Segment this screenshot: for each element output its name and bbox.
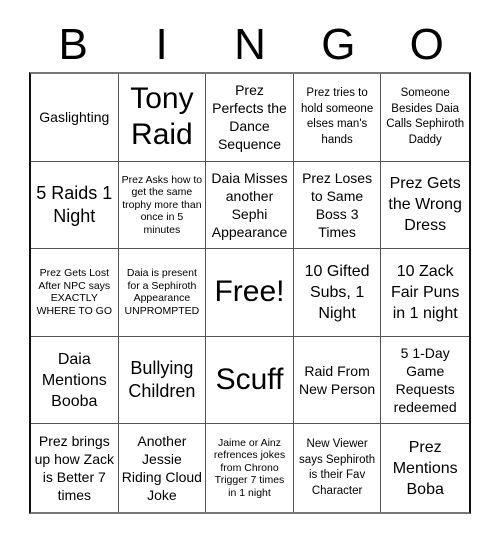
bingo-cell-text: Raid From New Person [298,363,376,398]
bingo-cell[interactable]: Tony Raid [118,74,207,162]
bingo-cell-text: Bullying Children [128,358,196,402]
bingo-cell[interactable]: Raid From New Person [293,336,382,425]
bingo-cell-text: Daia Mentions Booba [41,350,107,410]
bingo-cell[interactable]: Prez Perfects the Dance Sequence [206,74,294,162]
bingo-cell-text: Jaime or Ainz refrences jokes from Chron… [213,436,286,499]
bingo-cell-text: Prez tries to hold someone elses man's h… [300,87,374,146]
bingo-cell-free-space[interactable]: Free! [206,249,294,337]
bingo-cell[interactable]: Prez brings up how Zack is Better 7 time… [31,424,119,512]
bingo-cell-text: Prez brings up how Zack is Better 7 time… [34,433,114,504]
bingo-cell-text: Another Jessie Riding Cloud Joke [121,433,202,504]
bingo-card-grid: Gaslighting Tony Raid Prez Perfects the Da… [29,72,471,514]
bingo-cell-text: 5 1-Day Game Requests redeemed [393,345,457,416]
bingo-cell-text: Prez Loses to Same Boss 3 Times [302,169,373,240]
bingo-cell[interactable]: Another Jessie Riding Cloud Joke [119,424,207,512]
header-letter-i: I [155,20,168,69]
bingo-cell-text: Prez Asks how to get the same trophy mor… [121,173,203,236]
bingo-cell[interactable]: Prez Gets Lost After NPC says EXACTLY WH… [31,249,119,337]
bingo-cell[interactable]: Prez tries to hold someone elses man's h… [293,74,382,162]
header-letter-g: G [321,20,356,69]
bingo-cell-text: Prez Mentions Boba [392,438,458,498]
bingo-cell-text: Gaslighting [39,109,110,126]
bingo-cell[interactable]: Daia is present for a Sephiroth Appearan… [118,249,207,337]
header-letter-n: N [234,20,266,69]
bingo-cell[interactable]: Daia Mentions Booba [31,336,119,425]
header-letter-o: O [409,20,444,69]
bingo-cell[interactable]: 10 Zack Fair Puns in 1 night [381,249,469,337]
bingo-cell[interactable]: Someone Besides Daia Calls Sephiroth Dad… [381,74,469,162]
bingo-cell-text: 5 Raids 1 Night [36,182,113,226]
bingo-cell[interactable]: Bullying Children [118,336,207,425]
bingo-cell-text: Free! [214,275,285,309]
bingo-cell[interactable]: 10 Gifted Subs, 1 Night [293,249,382,337]
bingo-header: B I N G O [29,20,471,70]
bingo-cell[interactable]: Prez Asks how to get the same trophy mor… [118,161,207,250]
bingo-cell-text: Prez Perfects the Dance Sequence [212,82,287,153]
bingo-cell-text: 10 Zack Fair Puns in 1 night [390,262,460,322]
bingo-cell[interactable]: New Viewer says Sephiroth is their Fav C… [294,424,382,512]
bingo-cell-text: Tony Raid [130,82,194,152]
bingo-cell[interactable]: Gaslighting [31,74,119,162]
bingo-cell-text: Prez Gets the Wrong Dress [388,175,462,235]
header-letter-b: B [58,20,88,69]
bingo-cell[interactable]: Prez Gets the Wrong Dress [381,162,469,250]
bingo-cell[interactable]: Prez Loses to Same Boss 3 Times [293,161,382,250]
bingo-cell[interactable]: Prez Mentions Boba [381,424,469,512]
bingo-cell-text: 10 Gifted Subs, 1 Night [304,262,370,322]
bingo-cell-text: Prez Gets Lost After NPC says EXACTLY WH… [36,267,113,317]
bingo-cell-text: New Viewer says Sephiroth is their Fav C… [299,438,376,497]
bingo-cell-text: Daia Misses another Sephi Appearance [211,169,288,240]
bingo-cell[interactable]: 5 1-Day Game Requests redeemed [381,337,469,425]
bingo-cell[interactable]: Jaime or Ainz refrences jokes from Chron… [206,424,294,512]
bingo-cell-text: Someone Besides Daia Calls Sephiroth Dad… [386,87,465,146]
bingo-cell[interactable]: Daia Misses another Sephi Appearance [206,161,294,250]
bingo-cell-text: Scuff [215,363,284,397]
bingo-cell[interactable]: Scuff [206,336,294,425]
bingo-cell[interactable]: 5 Raids 1 Night [31,161,119,250]
bingo-cell-text: Daia is present for a Sephiroth Appearan… [124,267,200,317]
